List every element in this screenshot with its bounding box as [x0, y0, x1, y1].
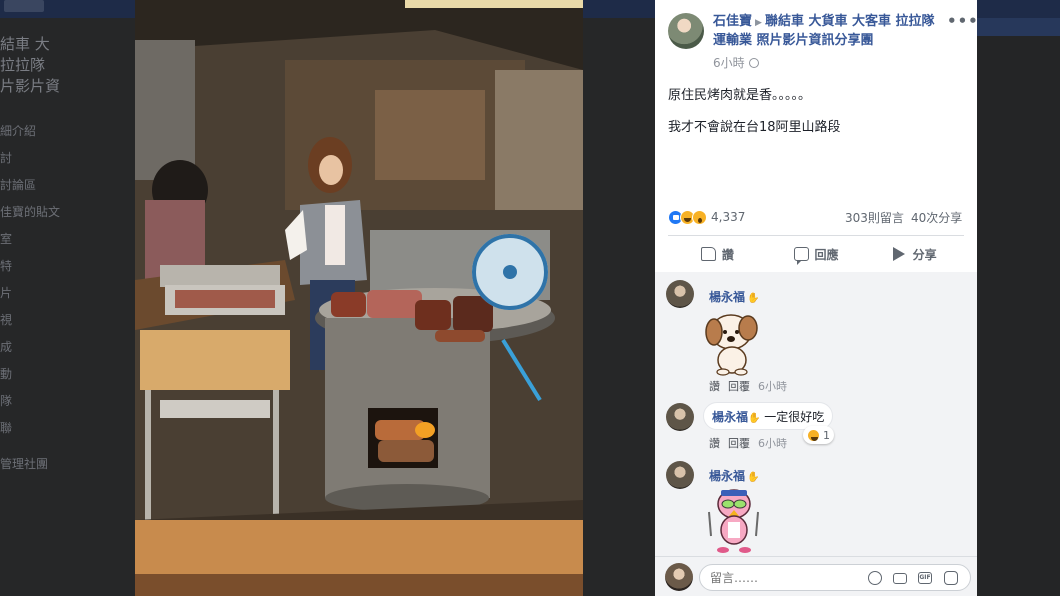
commenter-avatar[interactable] — [666, 461, 694, 489]
author-avatar[interactable] — [668, 13, 704, 49]
group-title: 結車 大 拉拉隊 片影片資 — [0, 35, 61, 95]
comment-time[interactable]: 6小時 — [758, 437, 787, 450]
post-text-line: 原住民烤肉就是香。。。。。 — [668, 88, 812, 103]
post-panel: 石佳寶 ▶ 聯結車 大貨車 大客車 拉拉隊 運輸業 照片影片資訊分享團 ••• 6小… — [655, 0, 979, 596]
divider — [668, 235, 964, 236]
comment-like-link[interactable]: 讚 — [709, 380, 720, 393]
comment-count[interactable]: 303則留言 — [845, 209, 904, 226]
like-button[interactable]: 讚 — [668, 239, 767, 269]
dog-sticker — [701, 308, 763, 380]
menu-item[interactable]: 佳寶的貼文 — [0, 203, 70, 230]
commenter-name[interactable]: 楊永福 — [712, 410, 748, 424]
comment-composer: GIF — [655, 556, 977, 596]
commenter-avatar[interactable] — [666, 280, 694, 308]
caret-right-icon: ▶ — [755, 18, 762, 28]
group-menu: 細介紹 討 討論區 佳寶的貼文 室 特 片 視 成 動 隊 聯 — [0, 122, 70, 446]
menu-item[interactable]: 室 — [0, 230, 70, 257]
reaction-summary[interactable]: 4,337 — [668, 208, 745, 226]
author-name[interactable]: 石佳寶 — [713, 14, 752, 29]
barbecue-photo — [135, 0, 583, 596]
post-meta: 6小時 — [713, 54, 759, 71]
post-header: 石佳寶 ▶ 聯結車 大貨車 大客車 拉拉隊 運輸業 照片影片資訊分享團 — [713, 13, 949, 49]
sticker-icon[interactable] — [944, 571, 958, 585]
share-button[interactable]: 分享 — [865, 239, 964, 269]
menu-item[interactable]: 隊 — [0, 392, 70, 419]
comment-text: 一定很好吃 — [764, 410, 825, 424]
post-photo[interactable] — [135, 0, 583, 596]
commenter-name[interactable]: 楊永福 ✋ — [709, 288, 759, 305]
menu-item[interactable]: 動 — [0, 365, 70, 392]
commenter-avatar[interactable] — [666, 403, 694, 431]
comment-actions: 讚回覆 6小時 — [709, 378, 795, 394]
menu-item[interactable]: 成 — [0, 338, 70, 365]
post-actions: 讚 回應 分享 — [668, 239, 964, 269]
comment-icon — [793, 247, 809, 265]
menu-item[interactable]: 聯 — [0, 419, 70, 446]
manage-group-link[interactable]: 管理社團 — [0, 455, 48, 472]
commenter-name[interactable]: 楊永福 ✋ — [709, 467, 759, 484]
comment-reply-link[interactable]: 回覆 — [728, 380, 750, 393]
comment-time[interactable]: 6小時 — [758, 380, 787, 393]
wow-reaction-icon — [692, 209, 707, 225]
wave-icon: ✋ — [747, 472, 760, 483]
current-user-avatar — [665, 563, 693, 591]
camera-icon[interactable] — [893, 573, 907, 584]
comment-button[interactable]: 回應 — [767, 239, 866, 269]
menu-item[interactable]: 討論區 — [0, 176, 70, 203]
right-column — [977, 18, 1060, 596]
top-bar-button[interactable] — [4, 0, 44, 12]
thumbs-up-icon — [700, 247, 716, 261]
share-icon — [892, 247, 905, 261]
gif-icon[interactable]: GIF — [918, 572, 932, 584]
comment-actions: 讚回覆 6小時 — [709, 435, 795, 451]
menu-item[interactable]: 細介紹 — [0, 122, 70, 149]
reaction-count: 4,337 — [711, 210, 746, 224]
globe-icon — [748, 58, 759, 68]
wave-icon: ✋ — [748, 413, 761, 424]
comment-like-link[interactable]: 讚 — [709, 437, 720, 450]
menu-item[interactable]: 討 — [0, 149, 70, 176]
post-text-line: 我才不會說在台18阿里山路段 — [668, 120, 841, 135]
menu-item[interactable]: 特 — [0, 257, 70, 284]
menu-item[interactable]: 片 — [0, 284, 70, 311]
comment-reply-link[interactable]: 回覆 — [728, 437, 750, 450]
post-time[interactable]: 6小時 — [713, 56, 745, 70]
comments-list: 楊永福 ✋ 讚回覆 6小時 楊永福✋ 一定很好吃 讚回覆 6小時 1 楊永福 ✋ — [655, 272, 977, 556]
share-count[interactable]: 40次分享 — [911, 209, 962, 226]
comment-reaction-badge[interactable]: 1 — [803, 426, 834, 444]
menu-item[interactable]: 視 — [0, 311, 70, 338]
haha-reaction-icon — [807, 428, 820, 442]
emoji-icon[interactable] — [868, 571, 882, 585]
bird-sticker — [701, 484, 767, 558]
wave-icon: ✋ — [747, 293, 760, 304]
more-options-button[interactable]: ••• — [947, 12, 979, 30]
